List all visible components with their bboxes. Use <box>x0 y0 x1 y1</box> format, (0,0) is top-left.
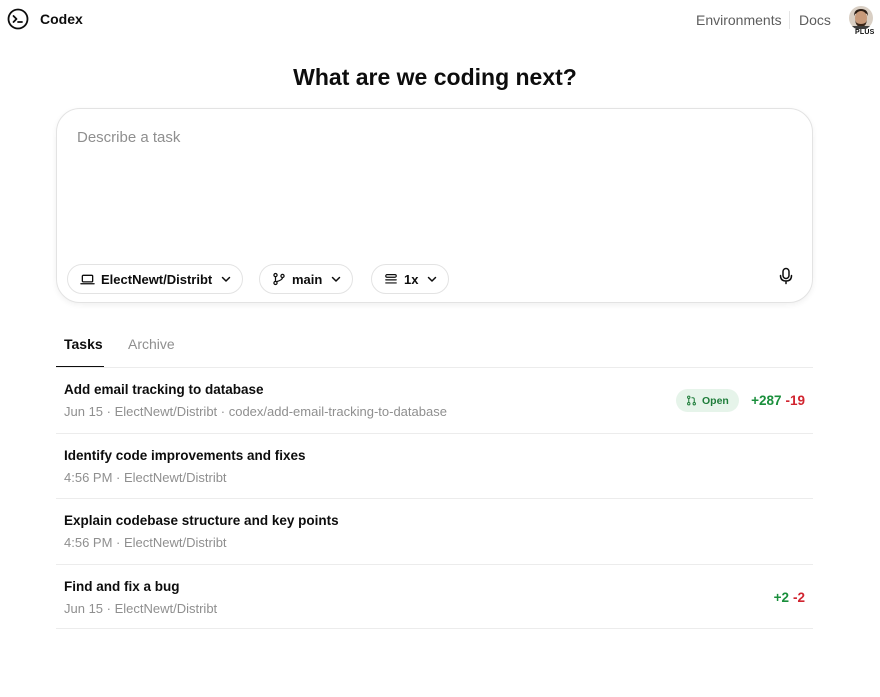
task-title: Add email tracking to database <box>64 382 264 397</box>
runs-label: 1x <box>404 271 419 287</box>
status-badge[interactable]: Open <box>676 389 739 412</box>
branch-selector[interactable]: main <box>259 264 354 294</box>
brand-name[interactable]: Codex <box>40 11 83 27</box>
task-list: Add email tracking to database Jun 15 · … <box>56 367 813 629</box>
tab-tasks[interactable]: Tasks <box>64 336 103 352</box>
task-meta: 4:56 PM · ElectNewt/Distribt <box>64 469 227 485</box>
deletions-count: -2 <box>792 589 805 605</box>
additions-count: +2 <box>773 589 789 605</box>
diff-stats: +2 -2 <box>774 590 805 605</box>
git-branch-icon <box>273 272 285 286</box>
chevron-down-icon <box>428 276 437 282</box>
task-row[interactable]: Identify code improvements and fixes 4:5… <box>56 432 813 499</box>
plan-badge: PLUS <box>854 29 876 36</box>
task-title: Explain codebase structure and key point… <box>64 513 339 528</box>
task-row[interactable]: Add email tracking to database Jun 15 · … <box>56 367 813 433</box>
task-title: Identify code improvements and fixes <box>64 447 306 463</box>
repo-label: ElectNewt/Distribt <box>101 271 213 287</box>
task-meta: 4:56 PM · ElectNewt/Distribt <box>64 535 227 550</box>
deletions-count: -19 <box>785 393 805 408</box>
nav-docs-link[interactable]: Docs <box>799 12 831 28</box>
task-meta: Jun 15 · ElectNewt/Distribt <box>64 600 218 616</box>
additions-count: +287 <box>751 393 782 408</box>
chevron-down-icon <box>332 276 341 282</box>
repo-selector[interactable]: ElectNewt/Distribt <box>67 264 244 294</box>
task-description-input[interactable] <box>77 129 777 249</box>
top-bar: Codex Environments Docs PLUS <box>0 0 880 40</box>
tab-archive[interactable]: Archive <box>128 336 175 352</box>
runs-selector[interactable]: 1x <box>371 264 450 294</box>
branch-label: main <box>292 271 323 287</box>
status-label: Open <box>702 394 729 407</box>
task-tabs: Tasks Archive <box>56 326 813 368</box>
page-title: What are we coding next? <box>293 64 577 90</box>
task-meta: Jun 15 · ElectNewt/Distribt · codex/add-… <box>64 404 447 419</box>
stack-icon <box>385 274 397 284</box>
codex-logo-icon[interactable] <box>7 8 29 30</box>
task-row[interactable]: Find and fix a bug Jun 15 · ElectNewt/Di… <box>56 563 813 629</box>
microphone-icon[interactable] <box>775 265 797 287</box>
user-avatar[interactable] <box>849 6 873 30</box>
pull-request-icon <box>687 395 696 406</box>
laptop-icon <box>80 274 95 284</box>
diff-stats: +287 -19 <box>751 393 805 408</box>
task-composer: ElectNewt/Distribt main 1x <box>56 108 813 303</box>
nav-environments-link[interactable]: Environments <box>696 12 782 28</box>
chevron-down-icon <box>222 276 231 282</box>
nav-divider <box>789 11 790 29</box>
task-row[interactable]: Explain codebase structure and key point… <box>56 498 813 564</box>
task-title: Find and fix a bug <box>64 578 180 594</box>
